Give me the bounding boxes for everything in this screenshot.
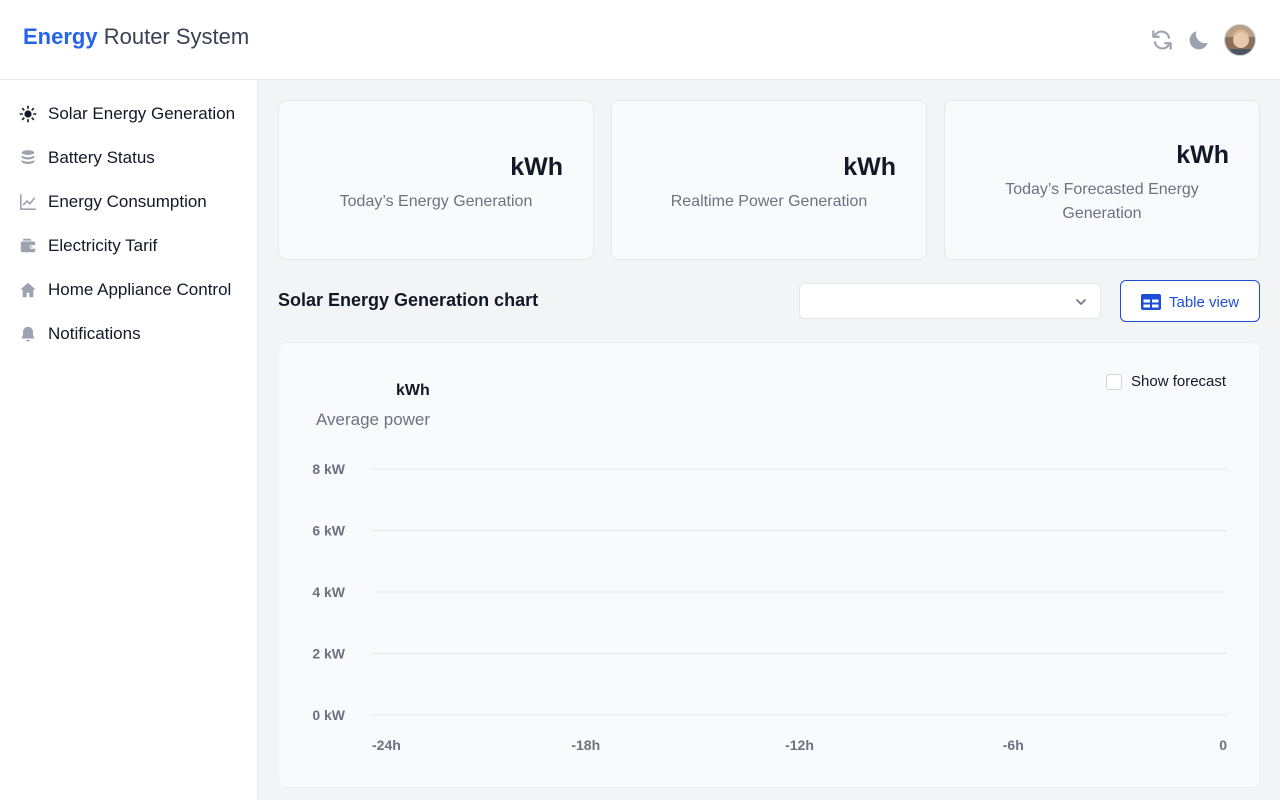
y-tick-label: 4 kW: [312, 584, 345, 600]
home-icon: [20, 282, 36, 298]
refresh-icon[interactable]: [1149, 27, 1175, 53]
sidebar-item-battery-status[interactable]: Battery Status: [0, 138, 257, 178]
moon-icon[interactable]: [1186, 27, 1212, 53]
y-tick-label: 8 kW: [312, 461, 345, 477]
sidebar-item-label: Solar Energy Generation: [48, 104, 236, 123]
sidebar-item-notifications[interactable]: Notifications: [0, 314, 257, 354]
show-forecast-checkbox[interactable]: [1106, 374, 1122, 390]
x-tick-label: -24h: [372, 737, 401, 753]
stat-card-caption: Today’s Forecasted Energy Generation: [1005, 181, 1199, 222]
y-tick-label: 0 kW: [312, 707, 345, 723]
x-tick-label: -12h: [785, 737, 814, 753]
x-tick-label: -18h: [571, 737, 600, 753]
table-view-button[interactable]: Table view: [1120, 280, 1260, 322]
avatar[interactable]: [1224, 24, 1256, 56]
y-tick-label: 6 kW: [312, 523, 345, 539]
sidebar: Solar Energy Generation Battery Status E…: [0, 80, 258, 800]
solar-generation-chart: 0 kW 2 kW 4 kW 6 kW 8 kW -24h -18h -12h -6h 0: [312, 461, 1227, 753]
x-tick-label: 0: [1219, 737, 1227, 753]
stat-card-realtime-power: kWh Realtime Power Generation: [611, 100, 927, 260]
sidebar-item-label: Home Appliance Control: [48, 280, 232, 299]
stat-card-value: kWh: [510, 153, 563, 181]
app-title-rest: Router System: [103, 24, 250, 49]
app-title-bold: Energy: [23, 24, 98, 49]
avatar-image: [1225, 25, 1255, 55]
y-tick-label: 2 kW: [312, 646, 345, 662]
sun-icon: [19, 105, 37, 123]
sidebar-item-label: Notifications: [48, 324, 141, 343]
sidebar-item-label: Energy Consumption: [48, 192, 207, 211]
stat-card-today-generation: kWh Today’s Energy Generation: [278, 100, 594, 260]
x-tick-label: -6h: [1003, 737, 1024, 753]
sidebar-item-electricity-tarif[interactable]: Electricity Tarif: [0, 226, 257, 266]
database-icon: [21, 150, 35, 164]
stat-card-forecasted-generation: kWh Today’s Forecasted Energy Generation: [944, 100, 1260, 260]
sidebar-item-energy-consumption[interactable]: Energy Consumption: [0, 182, 257, 222]
sidebar-item-label: Electricity Tarif: [48, 236, 158, 255]
stat-card-value: kWh: [843, 153, 896, 181]
show-forecast-label[interactable]: Show forecast: [1131, 373, 1226, 390]
stat-card-value: kWh: [1176, 141, 1229, 169]
average-power-caption: Average power: [316, 410, 431, 429]
sidebar-item-solar-energy-generation[interactable]: Solar Energy Generation: [0, 94, 257, 134]
sidebar-item-home-appliance-control[interactable]: Home Appliance Control: [0, 270, 257, 310]
table-view-label: Table view: [1169, 294, 1240, 311]
average-power-value: kWh: [396, 382, 430, 399]
chevron-down-icon: [1076, 299, 1086, 305]
app-title[interactable]: Energy Router System: [23, 24, 249, 50]
chart-line-icon: [19, 193, 37, 211]
stat-card-caption: Today’s Energy Generation: [339, 193, 533, 210]
app-header: Energy Router System: [0, 0, 1280, 80]
chart-section-title: Solar Energy Generation chart: [278, 290, 539, 310]
sidebar-item-label: Battery Status: [48, 148, 155, 167]
period-select[interactable]: [799, 283, 1101, 319]
wallet-icon: [20, 238, 36, 253]
table-icon: [1141, 294, 1161, 310]
bell-icon: [21, 326, 35, 342]
stat-card-caption: Realtime Power Generation: [670, 193, 868, 210]
